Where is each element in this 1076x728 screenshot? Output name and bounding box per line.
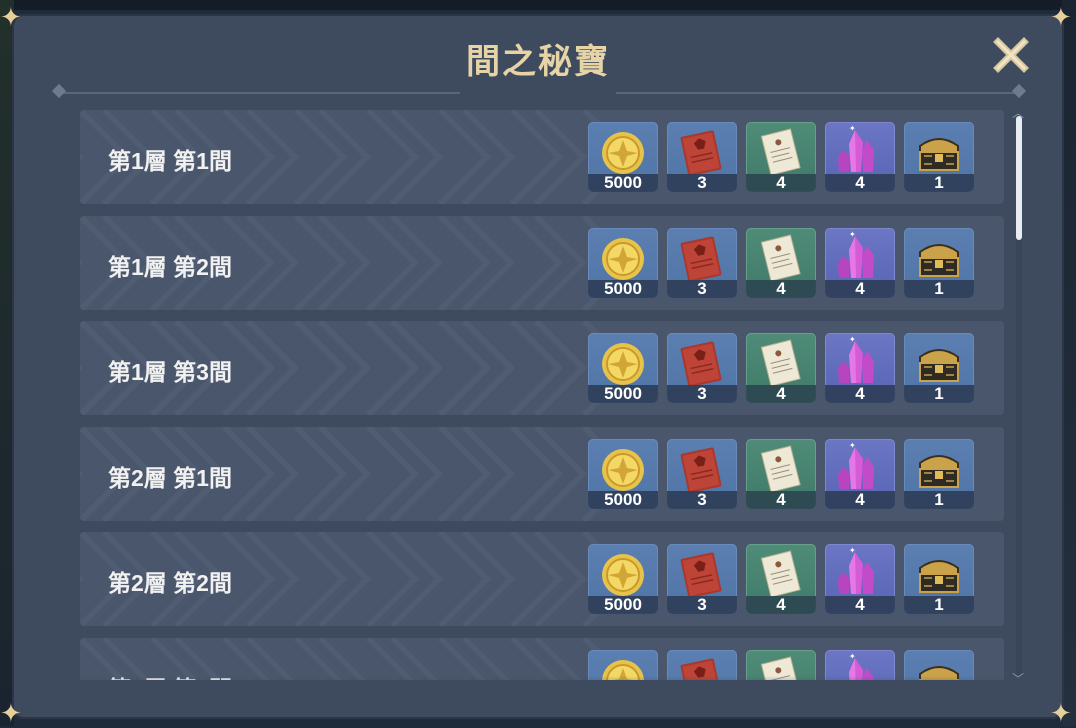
reward-row: 第2層 第3間✦: [80, 637, 1004, 680]
reward-item[interactable]: 5000: [588, 438, 658, 509]
reward-quantity: 3: [697, 489, 707, 509]
reward-item[interactable]: 1: [904, 544, 974, 614]
reward-items: 5000 3 4 ✦ 4 1: [588, 227, 974, 298]
reward-item[interactable]: 1: [904, 122, 974, 192]
reward-quantity: 5000: [604, 384, 642, 403]
reward-items: 5000 3 4 ✦ 4 1: [588, 438, 974, 509]
corner-star-icon: ✦: [0, 2, 22, 32]
reward-quantity: 5000: [604, 489, 642, 509]
reward-item[interactable]: 4: [746, 333, 816, 403]
reward-item[interactable]: 4: [746, 544, 816, 614]
reward-item[interactable]: 5000: [588, 333, 658, 403]
reward-quantity: 1: [934, 595, 944, 614]
reward-quantity: 4: [776, 278, 786, 298]
reward-quantity: 3: [697, 595, 707, 614]
reward-item[interactable]: 1: [904, 438, 974, 509]
reward-item[interactable]: 1: [904, 227, 974, 298]
reward-item[interactable]: 1: [904, 333, 974, 403]
reward-item[interactable]: ✦ 4: [825, 438, 895, 509]
close-button[interactable]: [990, 34, 1032, 76]
reward-quantity: 4: [776, 384, 786, 403]
svg-text:✦: ✦: [849, 335, 856, 344]
reward-row: 第1層 第2間 5000 3 4 ✦ 4 1: [80, 215, 1004, 310]
reward-quantity: 1: [934, 384, 944, 403]
scrollbar-thumb[interactable]: [1016, 116, 1022, 240]
reward-item[interactable]: 4: [746, 438, 816, 509]
reward-row: 第2層 第2間 5000 3 4 ✦ 4 1: [80, 532, 1004, 626]
reward-quantity: 5000: [604, 173, 642, 192]
svg-text:✦: ✦: [849, 546, 856, 555]
reward-item[interactable]: 3: [667, 227, 737, 298]
reward-quantity: 4: [855, 173, 865, 192]
floor-chamber-label: 第1層 第2間: [108, 253, 232, 280]
reward-items: 5000 3 4 ✦ 4 1: [588, 333, 974, 403]
reward-items: 5000 3 4 ✦ 4 1: [588, 122, 974, 192]
reward-item[interactable]: 3: [667, 333, 737, 403]
reward-item[interactable]: 5000: [588, 544, 658, 614]
reward-quantity: 4: [855, 489, 865, 509]
reward-item[interactable]: 3: [667, 544, 737, 614]
list-bottom-fade: [80, 676, 1006, 696]
reward-quantity: 4: [776, 595, 786, 614]
floor-chamber-label: 第1層 第1間: [108, 148, 232, 174]
reward-item[interactable]: 3: [667, 438, 737, 509]
reward-item[interactable]: ✦ 4: [825, 544, 895, 614]
dialog-title: 間之秘寶: [466, 43, 610, 81]
reward-item[interactable]: 3: [667, 122, 737, 192]
reward-quantity: 1: [934, 173, 944, 192]
svg-text:✦: ✦: [849, 230, 856, 239]
floor-chamber-label: 第2層 第1間: [108, 464, 232, 491]
corner-star-icon: ✦: [0, 698, 22, 728]
reward-item[interactable]: 4: [746, 122, 816, 192]
reward-quantity: 3: [697, 173, 707, 192]
floor-chamber-label: 第2層 第2間: [108, 570, 232, 596]
background-top-strip: [0, 0, 1076, 10]
corner-star-icon: ✦: [1050, 2, 1072, 32]
reward-item[interactable]: 4: [746, 227, 816, 298]
reward-item[interactable]: 5000: [588, 122, 658, 192]
scroll-down-chevron-icon[interactable]: ﹀: [1012, 670, 1024, 687]
reward-row: 第1層 第3間 5000 3 4 ✦ 4 1: [80, 321, 1004, 415]
reward-quantity: 4: [776, 489, 786, 509]
reward-quantity: 4: [855, 384, 865, 403]
reward-quantity: 3: [697, 384, 707, 403]
reward-quantity: 4: [776, 173, 786, 192]
reward-quantity: 5000: [604, 595, 642, 614]
svg-text:✦: ✦: [849, 441, 856, 450]
reward-row: 第1層 第1間 5000 3 4 ✦ 4 1: [80, 110, 1004, 204]
reward-item[interactable]: 5000: [588, 227, 658, 298]
reward-quantity: 4: [855, 278, 865, 298]
floor-reward-list[interactable]: 第1層 第1間 5000 3 4 ✦ 4 1 第1層 第2間 5000 3 4 ✦ 4 1 第1層 第3間 5…: [80, 110, 1006, 680]
floor-chamber-label: 第1層 第3間: [108, 359, 232, 385]
reward-quantity: 5000: [604, 278, 642, 298]
svg-text:✦: ✦: [849, 652, 856, 661]
reward-row: 第2層 第1間 5000 3 4 ✦ 4 1: [80, 426, 1004, 521]
reward-quantity: 4: [855, 595, 865, 614]
reward-items: 5000 3 4 ✦ 4 1: [588, 544, 974, 614]
title-divider-right: [616, 92, 1020, 94]
svg-text:✦: ✦: [849, 124, 856, 133]
reward-item[interactable]: ✦ 4: [825, 227, 895, 298]
reward-item[interactable]: ✦ 4: [825, 333, 895, 403]
close-x-icon: [993, 37, 1029, 73]
background-right-strip: [1062, 0, 1076, 726]
reward-quantity: 3: [697, 278, 707, 298]
reward-item[interactable]: ✦ 4: [825, 122, 895, 192]
corner-star-icon: ✦: [1050, 698, 1072, 728]
reward-quantity: 1: [934, 489, 944, 509]
reward-quantity: 1: [934, 278, 944, 298]
title-divider-left: [60, 92, 460, 94]
